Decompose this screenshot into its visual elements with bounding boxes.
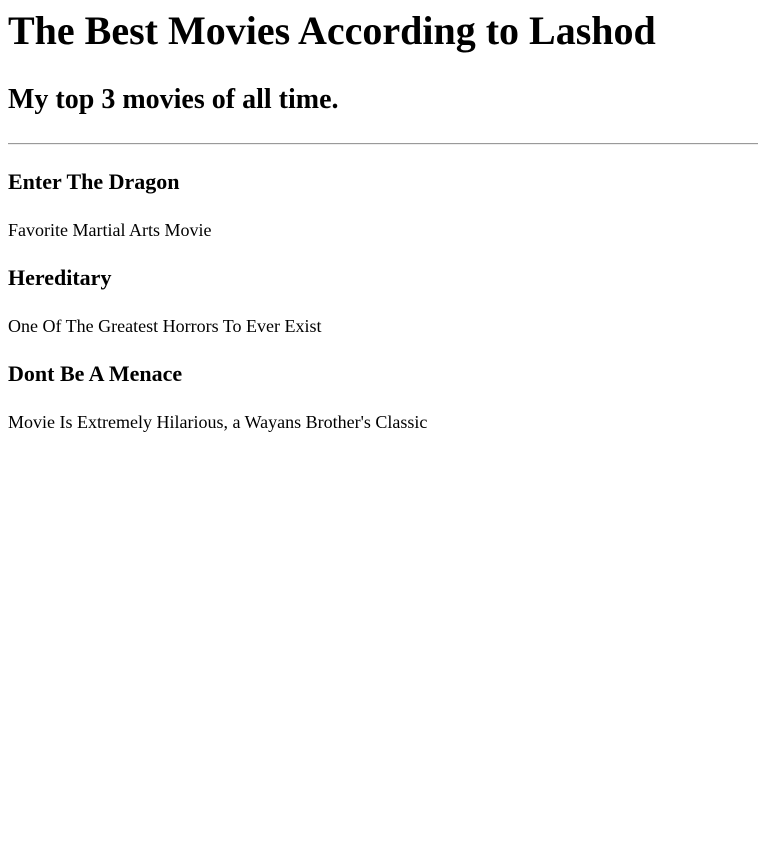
movie-item: Enter The Dragon Favorite Martial Arts M… xyxy=(8,145,755,241)
page-title: The Best Movies According to Lashod xyxy=(8,8,656,53)
page-subtitle: My top 3 movies of all time. xyxy=(8,84,339,115)
movie-title: Enter The Dragon xyxy=(8,169,180,194)
movie-description: Movie Is Extremely Hilarious, a Wayans B… xyxy=(8,412,428,432)
movie-title: Dont Be A Menace xyxy=(8,361,183,386)
movie-item: Hereditary One Of The Greatest Horrors T… xyxy=(8,241,755,337)
movie-description: Favorite Martial Arts Movie xyxy=(8,220,212,240)
page-content: The Best Movies According to Lashod My t… xyxy=(0,0,763,433)
movie-description: One Of The Greatest Horrors To Ever Exis… xyxy=(8,316,322,336)
movie-list: Enter The Dragon Favorite Martial Arts M… xyxy=(8,145,755,433)
movie-item: Dont Be A Menace Movie Is Extremely Hila… xyxy=(8,337,755,433)
movie-title: Hereditary xyxy=(8,265,112,290)
